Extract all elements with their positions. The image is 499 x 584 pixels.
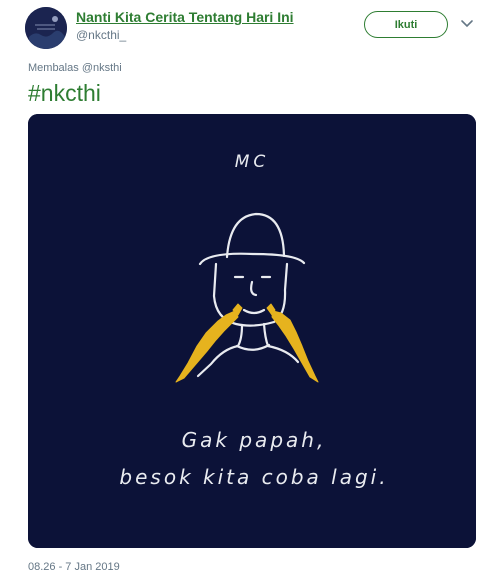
avatar-image bbox=[25, 7, 67, 49]
tweet-timestamp[interactable]: 08.26 - 7 Jan 2019 bbox=[28, 561, 120, 573]
chevron-down-icon[interactable] bbox=[459, 17, 475, 31]
tweet-header: Nanti Kita Cerita Tentang Hari Ini @nkct… bbox=[0, 0, 499, 60]
hashtag-link[interactable]: #nkcthi bbox=[28, 80, 101, 107]
display-name-link[interactable]: Nanti Kita Cerita Tentang Hari Ini bbox=[76, 9, 294, 25]
reply-context: Membalas @nksthi bbox=[28, 62, 122, 74]
reply-mention-link[interactable]: @nksthi bbox=[82, 62, 122, 74]
caption-line-2: besok kita coba lagi. bbox=[119, 465, 388, 489]
user-handle: @nkcthi_ bbox=[76, 28, 127, 42]
illustration-initials: MC bbox=[235, 152, 270, 172]
reply-prefix: Membalas bbox=[28, 62, 79, 74]
tweet-image[interactable]: MC Gak papah, besok kita coba lagi. bbox=[28, 114, 476, 548]
follow-button[interactable]: Ikuti bbox=[364, 11, 448, 38]
caption-line-1: Gak papah, bbox=[182, 428, 327, 452]
avatar[interactable] bbox=[25, 7, 67, 49]
illustration: MC Gak papah, besok kita coba lagi. bbox=[28, 114, 476, 548]
